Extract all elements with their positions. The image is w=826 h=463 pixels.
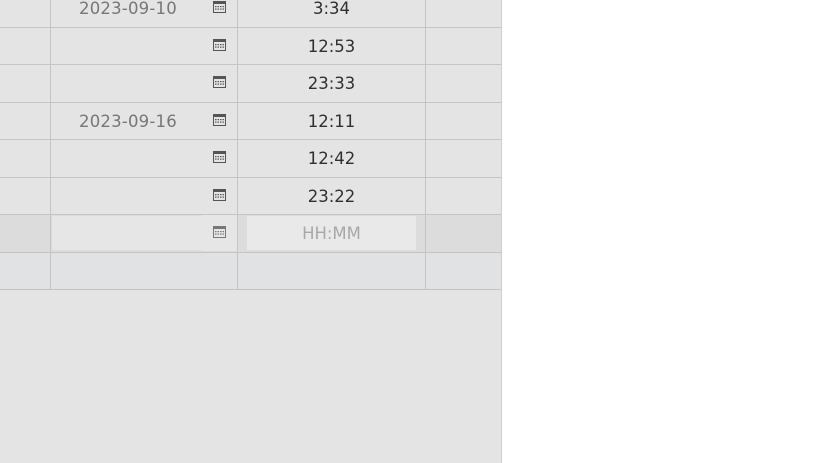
row-handle-cell[interactable] (0, 27, 51, 64)
date-cell[interactable] (51, 140, 238, 177)
time-input[interactable] (247, 216, 416, 250)
calendar-icon[interactable] (213, 113, 226, 126)
calendar-icon[interactable] (213, 1, 226, 13)
time-value: 12:53 (307, 36, 356, 56)
calendar-icon[interactable] (213, 188, 226, 201)
time-cell[interactable]: 3:34 (238, 0, 426, 27)
row-handle-cell[interactable] (0, 252, 51, 289)
table-row: 23:33 (0, 65, 501, 103)
date-cell[interactable]: 2023-09-10 (51, 0, 238, 27)
time-value: 12:42 (307, 149, 356, 168)
extra-cell[interactable] (426, 65, 501, 102)
date-input-cell[interactable] (51, 215, 238, 252)
date-cell[interactable] (51, 252, 238, 289)
table-row: 12:42 (0, 140, 501, 178)
table-row: 2023-09-16 12:11 (0, 102, 501, 140)
new-entry-row (0, 215, 501, 253)
time-input-cell[interactable] (238, 215, 426, 252)
extra-cell[interactable] (426, 103, 501, 140)
time-cell[interactable]: 12:42 (238, 140, 426, 177)
date-cell[interactable] (51, 27, 238, 64)
table-row: 2023-09-10 3:34 (0, 0, 501, 28)
table-row: 12:53 (0, 27, 501, 65)
time-cell[interactable]: 12:11 (238, 102, 426, 139)
time-cell[interactable]: 23:33 (238, 65, 426, 102)
row-handle-cell[interactable] (0, 215, 51, 252)
time-value: 23:33 (307, 74, 356, 93)
calendar-icon[interactable] (213, 76, 226, 88)
date-cell[interactable]: 2023-09-16 (51, 102, 238, 139)
row-handle-cell[interactable] (0, 177, 51, 214)
time-cell[interactable] (238, 252, 426, 289)
date-cell[interactable] (51, 65, 238, 102)
extra-cell[interactable] (426, 28, 501, 65)
time-cell[interactable]: 12:53 (238, 27, 426, 64)
time-cell[interactable]: 23:22 (238, 177, 426, 214)
calendar-icon[interactable] (213, 38, 226, 51)
date-input[interactable] (52, 216, 202, 250)
time-value: 3:34 (312, 0, 351, 18)
extra-cell[interactable] (426, 178, 501, 215)
extra-cell[interactable] (426, 140, 501, 177)
time-value: 12:11 (307, 111, 356, 131)
calendar-icon[interactable] (213, 226, 226, 238)
row-handle-cell[interactable] (0, 140, 51, 177)
date-value: 2023-09-16 (79, 111, 177, 131)
date-cell[interactable] (51, 177, 238, 214)
calendar-icon[interactable] (213, 151, 226, 163)
date-value: 2023-09-10 (79, 0, 177, 18)
time-value: 23:22 (307, 186, 356, 206)
table-row: 23:22 (0, 177, 501, 215)
row-handle-cell[interactable] (0, 0, 51, 27)
extra-cell[interactable] (426, 0, 501, 27)
row-handle-cell[interactable] (0, 65, 51, 102)
row-handle-cell[interactable] (0, 102, 51, 139)
time-entries-table: 2023-09-10 3:34 12:53 23:33 2023-09-16 1… (0, 0, 501, 290)
empty-row (0, 252, 501, 290)
extra-cell[interactable] (426, 215, 501, 252)
table-panel: 2023-09-10 3:34 12:53 23:33 2023-09-16 1… (0, 0, 502, 463)
extra-cell[interactable] (426, 253, 501, 290)
